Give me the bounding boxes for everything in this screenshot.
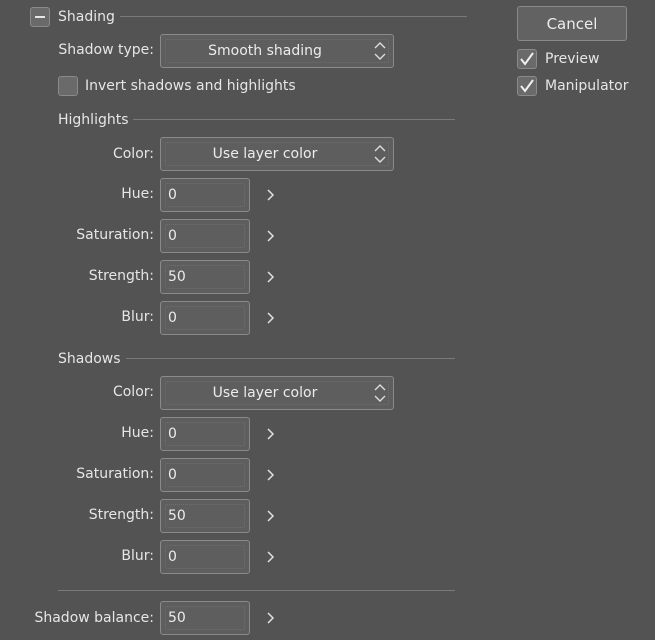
chevron-right-icon[interactable] <box>264 188 278 202</box>
highlights-divider <box>133 119 455 120</box>
invert-label: Invert shadows and highlights <box>85 78 296 94</box>
shading-divider <box>120 16 467 17</box>
shadows-saturation-value: 0 <box>168 467 177 483</box>
shadows-blur-value: 0 <box>168 549 177 565</box>
highlights-hue-label: Hue: <box>121 186 154 202</box>
shadows-strength-input[interactable]: 50 <box>160 499 250 533</box>
shadows-saturation-label: Saturation: <box>76 466 154 482</box>
shadow-type-label: Shadow type: <box>58 42 154 58</box>
shadows-section-title: Shadows <box>58 351 121 367</box>
highlights-blur-label: Blur: <box>121 309 154 325</box>
up-down-arrows-icon <box>374 42 386 60</box>
chevron-right-icon[interactable] <box>264 509 278 523</box>
up-down-arrows-icon <box>374 145 386 163</box>
chevron-right-icon[interactable] <box>264 311 278 325</box>
highlights-saturation-input[interactable]: 0 <box>160 219 250 253</box>
highlights-saturation-label: Saturation: <box>76 227 154 243</box>
chevron-right-icon[interactable] <box>264 611 278 625</box>
shadows-hue-value: 0 <box>168 426 177 442</box>
checkmark-icon <box>520 52 534 66</box>
shadows-blur-label: Blur: <box>121 548 154 564</box>
chevron-right-icon[interactable] <box>264 427 278 441</box>
checkmark-icon <box>520 79 534 93</box>
shadows-saturation-input[interactable]: 0 <box>160 458 250 492</box>
shadow-balance-label: Shadow balance: <box>34 610 154 626</box>
preview-label: Preview <box>545 51 600 67</box>
chevron-right-icon[interactable] <box>264 229 278 243</box>
manipulator-label: Manipulator <box>545 78 629 94</box>
shadows-divider <box>126 358 455 359</box>
highlights-color-label: Color: <box>112 146 154 162</box>
highlights-color-value: Use layer color <box>212 146 318 162</box>
shadows-strength-value: 50 <box>168 508 186 524</box>
chevron-right-icon[interactable] <box>264 270 278 284</box>
balance-divider <box>58 590 455 591</box>
highlights-hue-value: 0 <box>168 187 177 203</box>
shadows-color-label: Color: <box>112 384 154 400</box>
shadows-color-select[interactable]: Use layer color <box>160 376 394 410</box>
shading-section-title: Shading <box>58 9 115 25</box>
chevron-right-icon[interactable] <box>264 550 278 564</box>
shadows-hue-input[interactable]: 0 <box>160 417 250 451</box>
highlights-strength-value: 50 <box>168 269 186 285</box>
highlights-hue-input[interactable]: 0 <box>160 178 250 212</box>
highlights-blur-input[interactable]: 0 <box>160 301 250 335</box>
highlights-saturation-value: 0 <box>168 228 177 244</box>
highlights-section-title: Highlights <box>58 112 129 128</box>
shadows-hue-label: Hue: <box>121 425 154 441</box>
highlights-blur-value: 0 <box>168 310 177 326</box>
manipulator-checkbox[interactable] <box>517 76 537 96</box>
up-down-arrows-icon <box>374 384 386 402</box>
shadow-balance-input[interactable]: 50 <box>160 601 250 635</box>
chevron-right-icon[interactable] <box>264 468 278 482</box>
highlights-color-select[interactable]: Use layer color <box>160 137 394 171</box>
shadow-balance-value: 50 <box>168 610 186 626</box>
minus-icon <box>35 16 45 18</box>
invert-checkbox[interactable] <box>58 76 78 96</box>
shadow-type-value: Smooth shading <box>208 43 322 59</box>
shading-collapse-toggle[interactable] <box>30 7 50 27</box>
shadows-strength-label: Strength: <box>88 507 154 523</box>
highlights-strength-label: Strength: <box>88 268 154 284</box>
preview-checkbox[interactable] <box>517 49 537 69</box>
cancel-button[interactable]: Cancel <box>517 6 627 41</box>
shadows-color-value: Use layer color <box>212 385 318 401</box>
shadows-blur-input[interactable]: 0 <box>160 540 250 574</box>
highlights-strength-input[interactable]: 50 <box>160 260 250 294</box>
shadow-type-select[interactable]: Smooth shading <box>160 34 394 68</box>
